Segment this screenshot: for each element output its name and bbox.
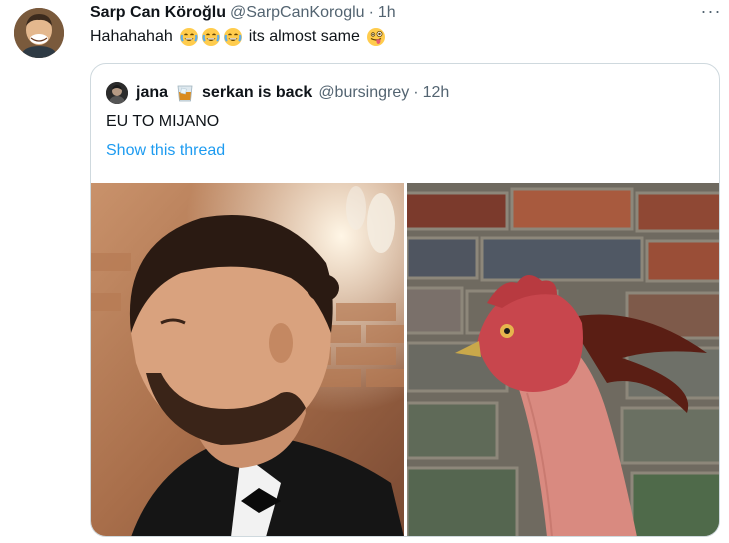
- quoted-author-avatar[interactable]: [106, 82, 128, 104]
- quoted-author-name-part1[interactable]: jana: [136, 84, 168, 102]
- face-with-tears-of-joy-icon: [179, 27, 199, 47]
- author-avatar[interactable]: [14, 8, 64, 58]
- tweet-text-start: Hahahahah: [90, 28, 173, 45]
- author-handle[interactable]: @SarpCanKoroglu: [230, 4, 365, 22]
- face-with-tears-of-joy-icon: [223, 27, 243, 47]
- separator-dot: ·: [368, 4, 374, 21]
- author-name[interactable]: Sarp Can Köroğlu: [90, 4, 226, 22]
- rooster-photo[interactable]: [407, 183, 719, 536]
- separator-dot: ·: [413, 84, 419, 101]
- quoted-author-handle[interactable]: @bursingrey: [318, 84, 409, 102]
- tweet-header: Sarp Can Köroğlu @SarpCanKoroglu · 1h: [90, 2, 396, 24]
- tweet-text-end: its almost same: [248, 28, 360, 45]
- tweet-timestamp[interactable]: 1h: [378, 4, 396, 22]
- tweet-text: Hahahahah its almost same: [90, 27, 388, 47]
- winking-face-with-tongue-icon: [366, 27, 386, 47]
- man-with-topknot-photo[interactable]: [91, 183, 404, 536]
- quoted-tweet-text: EU TO MIJANO: [106, 113, 220, 130]
- quoted-author-name-part2[interactable]: serkan is back: [202, 84, 312, 102]
- show-thread-link[interactable]: Show this thread: [106, 142, 225, 160]
- tumbler-glass-icon: [176, 83, 194, 103]
- quoted-tweet-header: jana serkan is back @bursingrey · 12h: [106, 82, 449, 104]
- quoted-tweet-media: [91, 183, 719, 536]
- quoted-tweet[interactable]: jana serkan is back @bursingrey · 12h EU…: [90, 63, 720, 537]
- more-options-icon[interactable]: ···: [699, 0, 723, 22]
- quoted-tweet-timestamp[interactable]: 12h: [423, 84, 450, 102]
- face-with-tears-of-joy-icon: [201, 27, 221, 47]
